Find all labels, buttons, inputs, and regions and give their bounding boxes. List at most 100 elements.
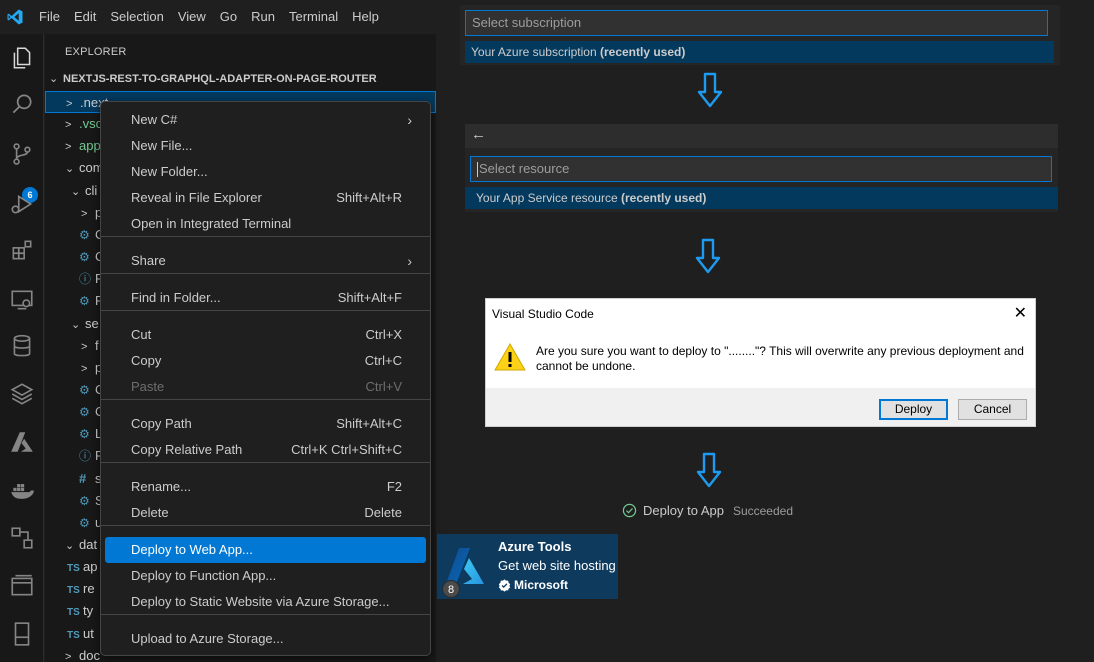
azure-icon[interactable] xyxy=(8,428,36,456)
menu-run[interactable]: Run xyxy=(244,0,282,34)
menu-edit[interactable]: Edit xyxy=(67,0,103,34)
tree-row-label: dat xyxy=(79,537,98,552)
resource-list-item[interactable]: Your App Service resource (recently used… xyxy=(465,187,1058,209)
menu-item-rename[interactable]: Rename... F2 xyxy=(105,474,426,500)
panels-icon[interactable] xyxy=(8,572,36,600)
config-file-icon: ⚙ xyxy=(79,227,90,242)
menu-item-find-in-folder[interactable]: Find in Folder... Shift+Alt+F xyxy=(105,285,426,311)
project-name: NEXTJS-REST-TO-GRAPHQL-ADAPTER-ON-PAGE-R… xyxy=(63,73,377,85)
publisher-name: Microsoft xyxy=(514,578,568,592)
chevron-right-icon[interactable]: > xyxy=(65,136,79,158)
chevron-right-icon[interactable]: > xyxy=(65,646,79,662)
menu-item-label: Open in Integrated Terminal xyxy=(131,216,292,231)
deploy-button[interactable]: Deploy xyxy=(879,399,948,420)
menu-item-label: Find in Folder... xyxy=(131,290,221,305)
subscription-list-item[interactable]: Your Azure subscription (recently used) xyxy=(465,41,1054,63)
menu-item-delete[interactable]: Delete Delete xyxy=(105,500,426,526)
chevron-right-icon[interactable]: > xyxy=(81,358,95,380)
chevron-down-icon[interactable]: ⌄ xyxy=(71,314,85,336)
menu-item-label: Cut xyxy=(131,327,152,342)
graph-icon[interactable] xyxy=(8,524,36,552)
title-bar: File Edit Selection View Go Run Terminal… xyxy=(0,0,436,34)
chevron-down-icon[interactable]: ⌄ xyxy=(65,535,79,557)
menu-item-deploy-to-function-app[interactable]: Deploy to Function App... xyxy=(105,563,426,589)
status-action: Deploy to App xyxy=(643,503,724,518)
menu-item-label: Deploy to Function App... xyxy=(131,568,277,583)
menu-item-shortcut: Ctrl+C xyxy=(364,353,402,368)
back-arrow-icon[interactable]: ← xyxy=(471,126,486,143)
source-control-icon[interactable] xyxy=(8,140,36,168)
menu-item-label: Copy Relative Path xyxy=(131,442,243,457)
menu-item-label: Share xyxy=(131,253,166,268)
menu-file[interactable]: File xyxy=(32,0,67,34)
search-icon[interactable] xyxy=(8,90,36,118)
menu-item-new-folder[interactable]: New Folder... xyxy=(105,159,426,185)
config-file-icon: ⚙ xyxy=(79,515,90,530)
deploy-status: Deploy to App Succeeded xyxy=(622,503,793,518)
menu-item-share[interactable]: Share › xyxy=(105,248,426,274)
chevron-down-icon[interactable]: ⌄ xyxy=(71,181,85,203)
menu-help[interactable]: Help xyxy=(345,0,386,34)
config-file-icon: ⚙ xyxy=(79,294,90,309)
typescript-file-icon: TS xyxy=(67,563,80,575)
menu-view[interactable]: View xyxy=(171,0,213,34)
cancel-button[interactable]: Cancel xyxy=(958,399,1027,420)
check-circle-icon xyxy=(622,503,637,518)
database-icon[interactable] xyxy=(8,332,36,360)
menu-item-new-file[interactable]: New File... xyxy=(105,133,426,159)
menu-item-new-csharp[interactable]: New C# › xyxy=(105,107,426,133)
resource-search-input[interactable]: Select resource xyxy=(470,156,1052,182)
docker-icon[interactable] xyxy=(8,476,36,504)
info-file-icon: ⓘ xyxy=(79,272,92,287)
menu-item-reveal-in-file-explorer[interactable]: Reveal in File Explorer Shift+Alt+R xyxy=(105,185,426,211)
tree-row-label: .vsc xyxy=(79,116,103,132)
subscription-item-label: Your Azure subscription xyxy=(471,45,597,59)
config-file-icon: ⚙ xyxy=(79,493,90,508)
chevron-down-icon: ⌄ xyxy=(49,73,59,85)
menu-item-open-in-integrated-terminal[interactable]: Open in Integrated Terminal xyxy=(105,211,426,237)
menu-selection[interactable]: Selection xyxy=(103,0,170,34)
extensions-icon[interactable] xyxy=(8,236,36,264)
close-icon[interactable]: ✕ xyxy=(1014,303,1027,323)
run-debug-icon[interactable] xyxy=(8,190,36,218)
menu-item-deploy-to-web-app[interactable]: Deploy to Web App... xyxy=(105,537,426,563)
menu-item-copy-path[interactable]: Copy Path Shift+Alt+C xyxy=(105,411,426,437)
menu-bar: File Edit Selection View Go Run Terminal… xyxy=(32,0,386,34)
config-file-icon: ⚙ xyxy=(79,427,90,442)
menu-item-deploy-to-static-website-via-azure-storage[interactable]: Deploy to Static Website via Azure Stora… xyxy=(105,589,426,615)
azure-tools-extension-card[interactable]: 8 Azure Tools Get web site hosting Micro… xyxy=(437,534,618,599)
chevron-right-icon[interactable]: > xyxy=(65,114,79,136)
chevron-right-icon[interactable]: > xyxy=(81,203,95,225)
device-icon[interactable] xyxy=(8,620,36,648)
config-file-icon: ⚙ xyxy=(79,405,90,420)
flow-arrow-down-icon xyxy=(696,452,722,488)
menu-item-cut[interactable]: Cut Ctrl+X xyxy=(105,322,426,348)
menu-item-label: Delete xyxy=(131,505,169,520)
layers-icon[interactable] xyxy=(8,380,36,408)
menu-item-label: New File... xyxy=(131,138,193,153)
menu-item-paste: Paste Ctrl+V xyxy=(105,374,426,400)
explorer-icon[interactable] xyxy=(8,44,36,72)
tree-row-label: se xyxy=(85,315,99,331)
chevron-down-icon[interactable]: ⌄ xyxy=(65,158,79,180)
menu-terminal[interactable]: Terminal xyxy=(282,0,345,34)
chevron-right-icon[interactable]: > xyxy=(81,336,95,358)
quick-pick-title-bar: ← xyxy=(465,124,1058,148)
tree-row-label: cli xyxy=(85,182,98,198)
resource-placeholder: Select resource xyxy=(479,161,570,176)
chevron-right-icon[interactable]: > xyxy=(66,93,80,115)
menu-item-label: Deploy to Static Website via Azure Stora… xyxy=(131,594,390,609)
menu-item-upload-to-azure-storage[interactable]: Upload to Azure Storage... xyxy=(105,626,426,652)
tree-row-label: doc xyxy=(79,647,100,662)
menu-item-label: Rename... xyxy=(131,479,191,494)
verified-badge-icon xyxy=(498,578,511,592)
menu-item-shortcut: Ctrl+V xyxy=(365,379,402,394)
remote-explorer-icon[interactable] xyxy=(8,286,36,314)
menu-item-label: New Folder... xyxy=(131,164,208,179)
project-folder-header[interactable]: ⌄ NEXTJS-REST-TO-GRAPHQL-ADAPTER-ON-PAGE-… xyxy=(49,72,377,85)
menu-go[interactable]: Go xyxy=(213,0,244,34)
menu-item-copy[interactable]: Copy Ctrl+C xyxy=(105,348,426,374)
menu-item-copy-relative-path[interactable]: Copy Relative Path Ctrl+K Ctrl+Shift+C xyxy=(105,437,426,463)
subscription-search-input[interactable]: Select subscription xyxy=(465,10,1048,36)
tree-row-label: re xyxy=(83,581,95,597)
